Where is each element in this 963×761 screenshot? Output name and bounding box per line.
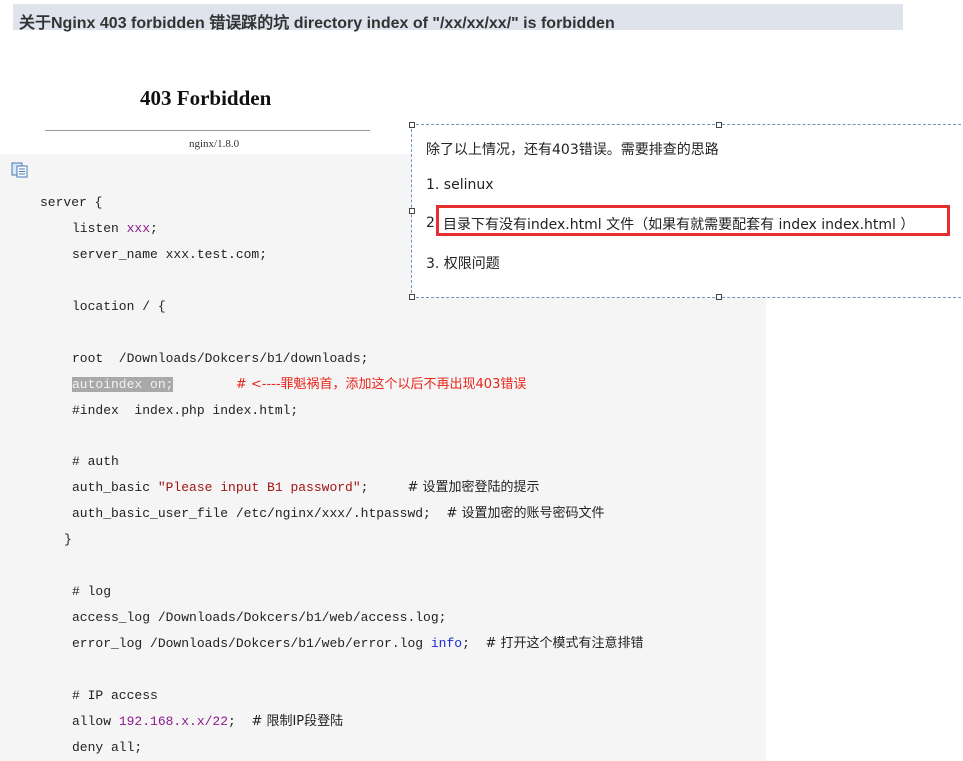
code-line: # auth	[72, 454, 119, 469]
resize-handle[interactable]	[716, 294, 722, 300]
code-line: deny all;	[72, 740, 143, 755]
code-line: #index index.php index.html;	[72, 403, 299, 418]
forbidden-heading: 403 Forbidden	[140, 86, 272, 110]
resize-handle[interactable]	[409, 208, 415, 214]
code-line: }	[64, 532, 72, 547]
code-line: listen xxx;	[72, 221, 158, 236]
code-comment: # <----罪魁祸首，添加这个以后不再出现403错误	[235, 377, 527, 392]
copy-code-icon[interactable]	[11, 162, 29, 178]
code-line: autoindex on; # <----罪魁祸首，添加这个以后不再出现403错…	[72, 377, 526, 393]
code-comment: # 设置加密登陆的提示	[407, 480, 540, 495]
note-item-1: 1. selinux	[426, 177, 494, 193]
resize-handle[interactable]	[716, 122, 722, 128]
forbidden-server-version: nginx/1.8.0	[189, 138, 240, 150]
note-intro: 除了以上情况，还有403错误。需要排查的思路	[426, 142, 719, 158]
code-comment: # 打开这个模式有注意排错	[485, 636, 644, 651]
code-line: # IP access	[72, 688, 158, 703]
code-line: # log	[72, 584, 112, 599]
note-item-2: 目录下有没有index.html 文件（如果有就需要配套有 index inde…	[443, 217, 915, 233]
code-line: access_log /Downloads/Dokcers/b1/web/acc…	[72, 610, 447, 625]
code-line: error_log /Downloads/Dokcers/b1/web/erro…	[72, 636, 644, 651]
article-title-bar: 关于Nginx 403 forbidden 错误踩的坑 directory in…	[13, 4, 903, 32]
code-line: auth_basic "Please input B1 password"; #…	[72, 480, 540, 495]
code-line: auth_basic_user_file /etc/nginx/xxx/.htp…	[72, 506, 605, 521]
code-comment: # 限制IP段登陆	[251, 714, 344, 729]
selected-code: autoindex on;	[72, 377, 174, 392]
forbidden-divider	[45, 130, 370, 131]
note-item-3: 3. 权限问题	[426, 256, 500, 272]
code-line: allow 192.168.x.x/22; # 限制IP段登陆	[72, 714, 344, 729]
code-comment: # 设置加密的账号密码文件	[446, 506, 605, 521]
code-line: server_name xxx.test.com;	[72, 247, 268, 262]
resize-handle[interactable]	[409, 122, 415, 128]
code-line: location / {	[72, 299, 166, 314]
article-title: 关于Nginx 403 forbidden 错误踩的坑 directory in…	[19, 15, 615, 32]
code-line: server {	[40, 195, 103, 210]
code-line: root /Downloads/Dokcers/b1/downloads;	[72, 351, 369, 366]
resize-handle[interactable]	[409, 294, 415, 300]
